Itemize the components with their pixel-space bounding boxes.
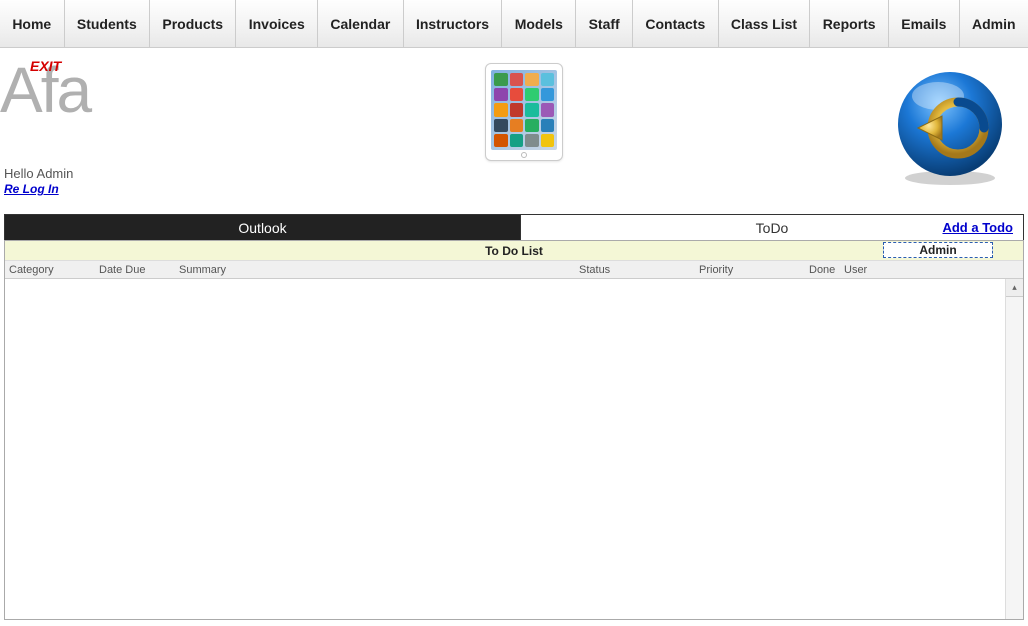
nav-products[interactable]: Products: [150, 0, 236, 47]
greeting-text: Hello Admin: [4, 166, 73, 181]
tab-outlook[interactable]: Outlook: [5, 215, 520, 240]
nav-contacts[interactable]: Contacts: [633, 0, 719, 47]
tablet-app-icon: [541, 134, 555, 147]
tablet-app-icon: [510, 73, 524, 86]
nav-home[interactable]: Home: [0, 0, 65, 47]
tab-todo[interactable]: ToDo Add a Todo: [520, 215, 1023, 240]
nav-invoices[interactable]: Invoices: [236, 0, 318, 47]
sphere-logo-icon: [890, 66, 1010, 186]
tablet-app-icon: [541, 88, 555, 101]
scroll-up-button[interactable]: ▴: [1006, 279, 1023, 297]
tablet-app-icon: [525, 134, 539, 147]
scrollbar[interactable]: ▴: [1005, 279, 1023, 619]
nav-calendar[interactable]: Calendar: [318, 0, 404, 47]
col-priority[interactable]: Priority: [695, 264, 805, 276]
col-user[interactable]: User: [840, 264, 1023, 276]
tablet-app-icon: [510, 134, 524, 147]
col-status[interactable]: Status: [575, 264, 695, 276]
todo-title-row: To Do List Admin: [5, 241, 1023, 261]
tablet-screen: [491, 70, 557, 150]
re-log-in-link[interactable]: Re Log In: [4, 182, 59, 196]
tablet-app-icon: [510, 103, 524, 116]
col-category[interactable]: Category: [5, 264, 95, 276]
tablet-graphic[interactable]: [485, 63, 563, 161]
nav-class-list[interactable]: Class List: [719, 0, 811, 47]
nav-models[interactable]: Models: [502, 0, 576, 47]
nav-students[interactable]: Students: [65, 0, 151, 47]
tablet-app-icon: [541, 103, 555, 116]
tablet-app-icon: [525, 88, 539, 101]
tablet-app-icon: [494, 88, 508, 101]
todo-list-body: ▴: [5, 279, 1023, 619]
exit-link[interactable]: EXIT: [30, 58, 61, 74]
nav-staff[interactable]: Staff: [576, 0, 633, 47]
tab-todo-label: ToDo: [756, 220, 789, 236]
col-date-due[interactable]: Date Due: [95, 264, 175, 276]
tab-row: Outlook ToDo Add a Todo: [4, 214, 1024, 240]
nav-instructors[interactable]: Instructors: [404, 0, 503, 47]
top-nav: Home Students Products Invoices Calendar…: [0, 0, 1028, 48]
tablet-app-icon: [525, 119, 539, 132]
user-filter-select[interactable]: Admin: [883, 242, 993, 258]
tablet-app-icon: [541, 119, 555, 132]
tablet-app-icon: [510, 119, 524, 132]
tablet-app-icon: [494, 134, 508, 147]
nav-reports[interactable]: Reports: [810, 0, 889, 47]
tablet-app-icon: [494, 73, 508, 86]
tablet-app-icon: [525, 73, 539, 86]
header-area: Afa EXIT Hello Admin Re Log In: [0, 48, 1028, 214]
tablet-app-icon: [510, 88, 524, 101]
col-summary[interactable]: Summary: [175, 264, 575, 276]
nav-admin[interactable]: Admin: [960, 0, 1028, 47]
tablet-home-button-icon: [521, 152, 527, 158]
todo-column-header: Category Date Due Summary Status Priorit…: [5, 261, 1023, 279]
tablet-app-icon: [541, 73, 555, 86]
todo-title: To Do List: [485, 244, 543, 258]
add-todo-link[interactable]: Add a Todo: [942, 220, 1013, 235]
col-done[interactable]: Done: [805, 264, 840, 276]
nav-emails[interactable]: Emails: [889, 0, 960, 47]
todo-list-frame: To Do List Admin Category Date Due Summa…: [4, 240, 1024, 620]
tablet-app-icon: [494, 119, 508, 132]
tablet-app-icon: [525, 103, 539, 116]
tablet-app-icon: [494, 103, 508, 116]
